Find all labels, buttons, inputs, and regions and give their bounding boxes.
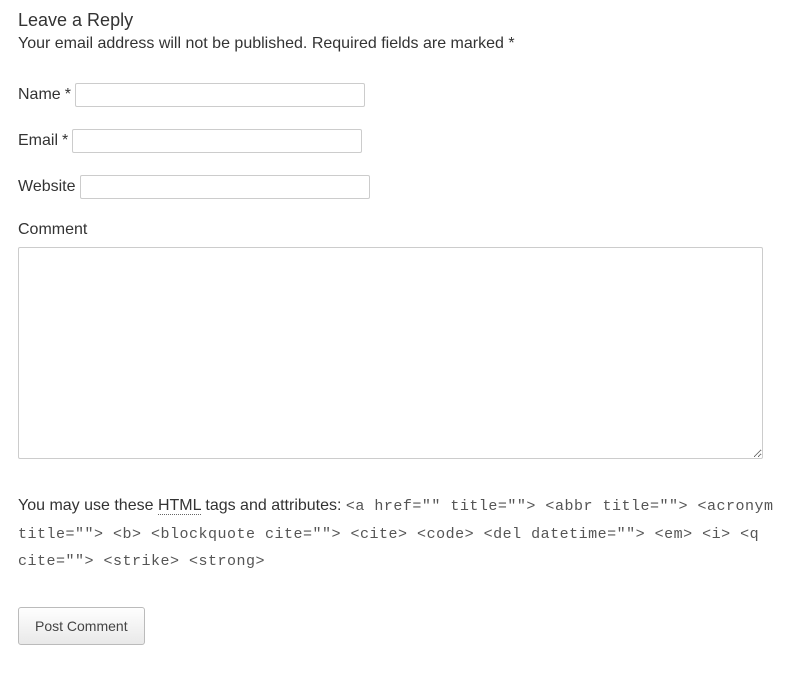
allowed-tags-suffix: tags and attributes: [201, 497, 346, 514]
allowed-tags-prefix: You may use these [18, 497, 158, 514]
html-abbr: HTML [158, 497, 201, 515]
note-prefix: Your email address will not be published… [18, 35, 307, 52]
comment-textarea[interactable] [18, 247, 763, 459]
name-input[interactable] [75, 83, 365, 107]
name-required-mark: * [65, 86, 71, 104]
email-required-mark: * [62, 132, 68, 150]
email-input[interactable] [72, 129, 362, 153]
note-required-mark: * [508, 35, 514, 52]
email-field-row: Email * [18, 129, 776, 153]
name-label: Name [18, 86, 61, 104]
reply-heading: Leave a Reply [18, 10, 776, 31]
allowed-tags-note: You may use these HTML tags and attribut… [18, 492, 776, 575]
email-label: Email [18, 132, 58, 150]
post-comment-button[interactable]: Post Comment [18, 607, 145, 645]
note-required: Required fields are marked [312, 35, 509, 52]
website-field-row: Website [18, 175, 776, 199]
website-input[interactable] [80, 175, 370, 199]
comment-label: Comment [18, 221, 776, 239]
email-privacy-note: Your email address will not be published… [18, 35, 776, 53]
name-field-row: Name * [18, 83, 776, 107]
website-label: Website [18, 178, 76, 196]
